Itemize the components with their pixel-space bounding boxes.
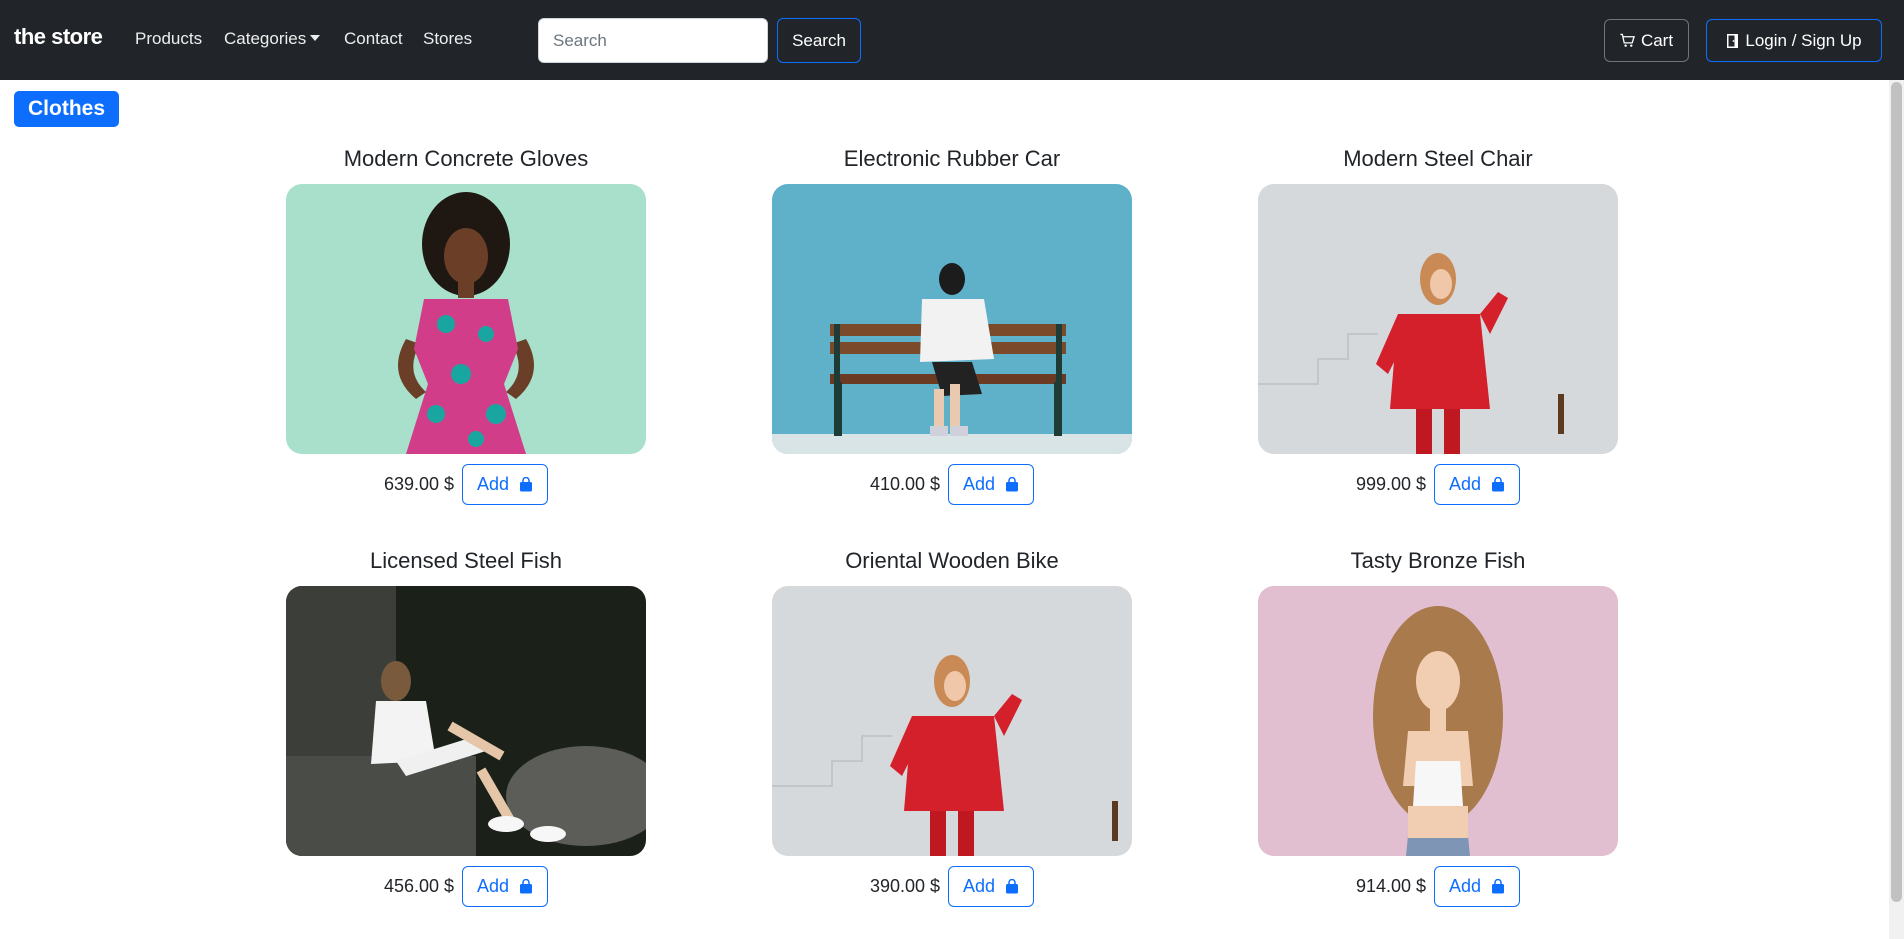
cart-icon <box>1620 33 1635 47</box>
product-price: 999.00 $ <box>1355 473 1427 494</box>
add-to-cart-button[interactable]: Add <box>1434 463 1521 505</box>
product-footer: 999.00 $ Add <box>1258 463 1618 505</box>
add-label: Add <box>963 875 996 896</box>
bag-icon <box>520 878 533 893</box>
bag-icon <box>1006 878 1019 893</box>
product-image[interactable] <box>286 586 646 856</box>
search-button[interactable]: Search <box>777 18 861 63</box>
login-signup-button[interactable]: Login / Sign Up <box>1706 19 1882 62</box>
product-footer: 410.00 $ Add <box>772 463 1132 505</box>
add-label: Add <box>1449 875 1482 896</box>
product-card: Oriental Wooden Bike 390.00 $ Add <box>772 544 1132 907</box>
product-image[interactable] <box>1258 184 1618 454</box>
product-image[interactable] <box>772 586 1132 856</box>
nav-categories-label: Categories <box>224 29 307 48</box>
product-card: Modern Steel Chair 999.00 $ Add <box>1258 142 1618 505</box>
add-to-cart-button[interactable]: Add <box>1434 865 1521 907</box>
nav-categories-dropdown[interactable]: Categories <box>224 29 321 49</box>
product-image[interactable] <box>1258 586 1618 856</box>
door-icon <box>1727 33 1739 48</box>
login-label: Login / Sign Up <box>1745 30 1862 50</box>
navbar: the store Products Categories Contact St… <box>0 0 1904 80</box>
add-to-cart-button[interactable]: Add <box>948 463 1035 505</box>
product-card: Modern Concrete Gloves 639.00 $ Add <box>286 142 646 505</box>
product-footer: 456.00 $ Add <box>286 865 646 907</box>
product-title: Licensed Steel Fish <box>370 548 562 573</box>
product-title: Modern Concrete Gloves <box>343 146 589 171</box>
product-card: Licensed Steel Fish 456.00 $ Add <box>286 544 646 907</box>
add-label: Add <box>963 473 996 494</box>
product-image[interactable] <box>286 184 646 454</box>
add-label: Add <box>477 473 510 494</box>
bag-icon <box>1492 476 1505 491</box>
add-to-cart-button[interactable]: Add <box>462 463 549 505</box>
product-title: Modern Steel Chair <box>1343 146 1533 171</box>
product-card: Tasty Bronze Fish 914.00 $ Add <box>1258 544 1618 907</box>
bag-icon <box>520 476 533 491</box>
search-input[interactable] <box>538 18 768 63</box>
product-card: Electronic Rubber Car 410.00 $ Add <box>772 142 1132 505</box>
product-price: 639.00 $ <box>383 473 455 494</box>
nav-contact[interactable]: Contact <box>344 29 403 49</box>
cart-button[interactable]: Cart <box>1604 19 1689 62</box>
product-price: 410.00 $ <box>869 473 941 494</box>
add-to-cart-button[interactable]: Add <box>462 865 549 907</box>
product-footer: 639.00 $ Add <box>286 463 646 505</box>
nav-stores[interactable]: Stores <box>423 29 472 49</box>
bag-icon <box>1006 476 1019 491</box>
nav-products[interactable]: Products <box>135 29 202 49</box>
add-label: Add <box>477 875 510 896</box>
product-footer: 914.00 $ Add <box>1258 865 1618 907</box>
product-price: 390.00 $ <box>869 875 941 896</box>
category-badge: Clothes <box>14 91 120 127</box>
caret-down-icon <box>310 35 321 41</box>
brand-logo[interactable]: the store <box>14 24 103 50</box>
add-to-cart-button[interactable]: Add <box>948 865 1035 907</box>
bag-icon <box>1492 878 1505 893</box>
cart-label: Cart <box>1640 30 1674 50</box>
product-footer: 390.00 $ Add <box>772 865 1132 907</box>
product-title: Tasty Bronze Fish <box>1350 548 1526 573</box>
add-label: Add <box>1449 473 1482 494</box>
product-title: Oriental Wooden Bike <box>845 548 1059 573</box>
page-scrollbar-thumb[interactable] <box>1891 82 1902 902</box>
product-image[interactable] <box>772 184 1132 454</box>
product-title: Electronic Rubber Car <box>843 146 1061 171</box>
product-price: 914.00 $ <box>1355 875 1427 896</box>
product-price: 456.00 $ <box>383 875 455 896</box>
